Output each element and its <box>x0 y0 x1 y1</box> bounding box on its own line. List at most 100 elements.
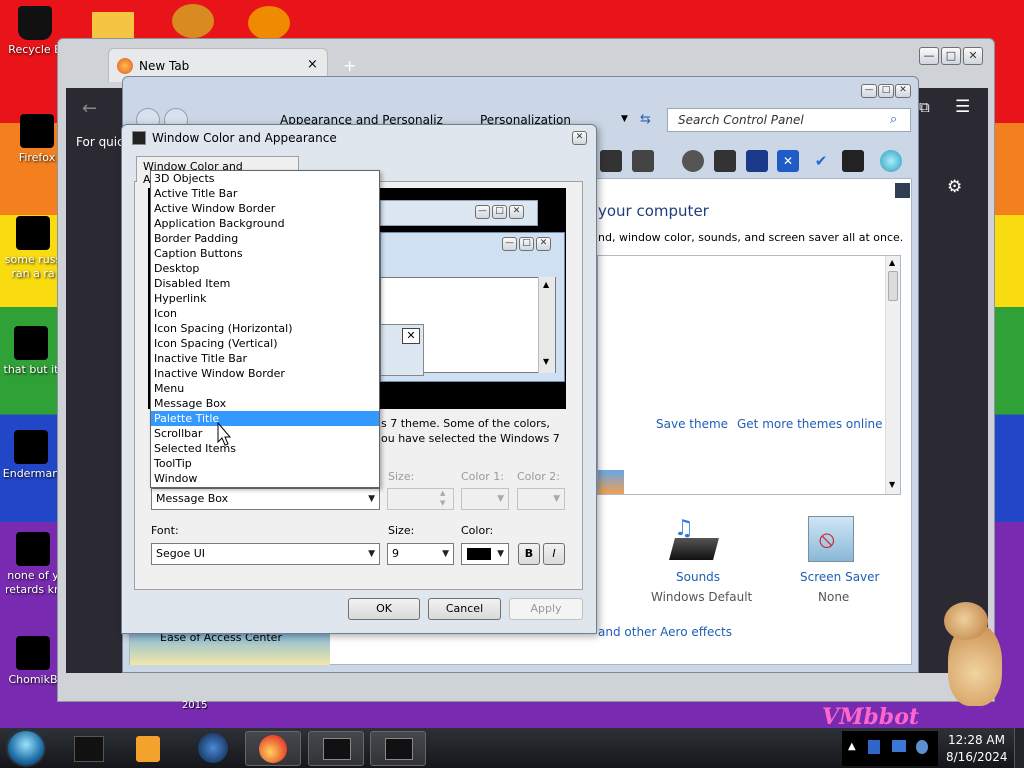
desktop-icon-image <box>248 6 290 40</box>
scroll-down-icon[interactable]: ▼ <box>889 480 895 489</box>
sounds-icon[interactable]: ♫ <box>669 516 720 564</box>
scroll-up-icon[interactable]: ▲ <box>889 258 895 267</box>
preview-inactive-window: — □ ✕ <box>380 200 538 226</box>
toolbar-close-x-icon[interactable]: ✕ <box>777 150 799 172</box>
tray-expand-icon[interactable]: ▲ <box>848 741 856 752</box>
clock-date[interactable]: 8/16/2024 <box>946 750 1008 764</box>
toolbar-icon[interactable] <box>746 150 768 172</box>
cancel-button[interactable]: Cancel <box>428 598 501 620</box>
settings-gear-icon[interactable]: ⚙ <box>947 177 962 197</box>
dropdown-option[interactable]: Active Window Border <box>151 201 379 216</box>
cp-search-box[interactable]: Search Control Panel ⌕ <box>667 108 911 132</box>
dropdown-option[interactable]: Disabled Item <box>151 276 379 291</box>
dropdown-option[interactable]: Inactive Window Border <box>151 366 379 381</box>
minimize-button[interactable]: — <box>919 47 939 65</box>
toolbar-icon[interactable] <box>682 150 704 172</box>
dropdown-option[interactable]: Palette Title <box>151 411 379 426</box>
desktop-icon-shortcut[interactable]: some russ ran a ra <box>2 216 64 281</box>
dropdown-option[interactable]: Inactive Title Bar <box>151 351 379 366</box>
dropdown-option[interactable]: ToolTip <box>151 456 379 471</box>
screen-saver-icon[interactable]: ⦸ <box>808 516 854 562</box>
taskbar-media-player[interactable] <box>120 731 176 766</box>
aero-effects-link[interactable]: and other Aero effects <box>598 625 732 639</box>
item-size-stepper[interactable]: ▲ ▼ <box>387 488 454 510</box>
start-button[interactable] <box>6 729 46 767</box>
dropdown-option[interactable]: Active Title Bar <box>151 186 379 201</box>
cp-minimize-button[interactable]: — <box>861 84 877 98</box>
sounds-link[interactable]: Sounds <box>676 570 720 584</box>
dropdown-option[interactable]: Window <box>151 471 379 486</box>
hamster-icon <box>16 636 50 670</box>
cp-maximize-button[interactable]: □ <box>878 84 894 98</box>
breadcrumb-dropdown-icon[interactable]: ▼ <box>621 114 628 124</box>
clock-time[interactable]: 12:28 AM <box>948 733 1005 747</box>
desktop-icon-folder[interactable]: that but it <box>0 326 62 377</box>
theme-thumbnail[interactable] <box>598 470 624 494</box>
dropdown-option[interactable]: Caption Buttons <box>151 246 379 261</box>
dropdown-option[interactable]: Menu <box>151 381 379 396</box>
item-dropdown-list[interactable]: 3D Objects Active Title Bar Active Window … <box>150 170 380 488</box>
dropdown-option[interactable]: Icon Spacing (Vertical) <box>151 336 379 351</box>
save-theme-link[interactable]: Save theme <box>656 417 728 431</box>
font-color-picker[interactable]: ▼ <box>461 543 509 565</box>
tray-network-icon[interactable] <box>868 740 880 754</box>
chevron-down-icon: ▼ <box>497 549 504 559</box>
help-icon[interactable] <box>895 183 910 198</box>
show-desktop-button[interactable] <box>1014 728 1024 768</box>
menu-icon[interactable]: ☰ <box>955 97 970 117</box>
desktop-icon-chrome[interactable]: none of y retards kn <box>2 532 64 597</box>
color2-picker[interactable]: ▼ <box>517 488 565 510</box>
dialog-close-button[interactable]: ✕ <box>572 131 587 145</box>
refresh-icon[interactable]: ⇆ <box>640 112 651 127</box>
apply-button[interactable]: Apply <box>509 598 583 620</box>
dropdown-option[interactable]: Icon Spacing (Horizontal) <box>151 321 379 336</box>
dropdown-option[interactable]: Icon <box>151 306 379 321</box>
italic-button[interactable]: I <box>543 543 565 565</box>
dropdown-option[interactable]: Desktop <box>151 261 379 276</box>
dropdown-option[interactable]: Message Box <box>151 396 379 411</box>
dialog-app-icon <box>132 131 146 145</box>
toolbar-icon[interactable] <box>714 150 736 172</box>
taskbar-firefox[interactable] <box>245 731 301 766</box>
close-tab-icon[interactable]: × <box>307 57 318 72</box>
dropdown-option[interactable]: 3D Objects <box>151 171 379 186</box>
dropdown-option[interactable]: Hyperlink <box>151 291 379 306</box>
toolbar-check-icon[interactable]: ✔ <box>810 150 832 172</box>
close-button[interactable]: ✕ <box>963 47 983 65</box>
dropdown-option[interactable]: Application Background <box>151 216 379 231</box>
item-select[interactable]: Message Box ▼ <box>151 488 380 510</box>
taskbar-app-1[interactable] <box>62 731 118 766</box>
search-icon: ⌕ <box>890 112 898 127</box>
toolbar-icon[interactable] <box>600 150 622 172</box>
desktop-icon-chomik[interactable]: ChomikB <box>2 636 64 687</box>
back-icon[interactable]: ← <box>82 98 97 119</box>
taskbar-app-window[interactable] <box>308 731 364 766</box>
dropdown-option[interactable]: Scrollbar <box>151 426 379 441</box>
tray-volume-icon[interactable] <box>916 740 928 754</box>
desktop-icon-enderman[interactable]: Enderman <box>0 430 62 481</box>
screen-saver-link[interactable]: Screen Saver <box>800 570 879 584</box>
toolbar-icon[interactable] <box>632 150 654 172</box>
maximize-button[interactable]: □ <box>941 47 961 65</box>
color1-picker[interactable]: ▼ <box>461 488 509 510</box>
extensions-icon[interactable]: ⧉ <box>919 98 930 116</box>
taskbar-control-panel[interactable] <box>370 731 426 766</box>
scroll-thumb[interactable] <box>888 271 898 301</box>
dropdown-option[interactable]: Border Padding <box>151 231 379 246</box>
font-select[interactable]: Segoe UI ▼ <box>151 543 380 565</box>
font-size-select[interactable]: 9 ▼ <box>387 543 454 565</box>
cp-close-button[interactable]: ✕ <box>895 84 911 98</box>
new-tab-button[interactable]: + <box>343 56 356 75</box>
taskbar-app-globe[interactable] <box>186 731 242 766</box>
themes-scrollbar[interactable]: ▲ ▼ <box>885 256 900 494</box>
get-more-themes-link[interactable]: Get more themes online <box>737 417 883 431</box>
tray-monitor-icon[interactable] <box>892 740 906 752</box>
bold-button[interactable]: B <box>518 543 540 565</box>
dropdown-option[interactable]: Selected Items <box>151 441 379 456</box>
ok-button[interactable]: OK <box>348 598 420 620</box>
chevron-down-icon: ▼ <box>497 494 504 504</box>
app-icon <box>14 430 48 464</box>
themes-list[interactable] <box>597 255 901 495</box>
toolbar-icon[interactable] <box>880 150 902 172</box>
toolbar-icon[interactable] <box>842 150 864 172</box>
